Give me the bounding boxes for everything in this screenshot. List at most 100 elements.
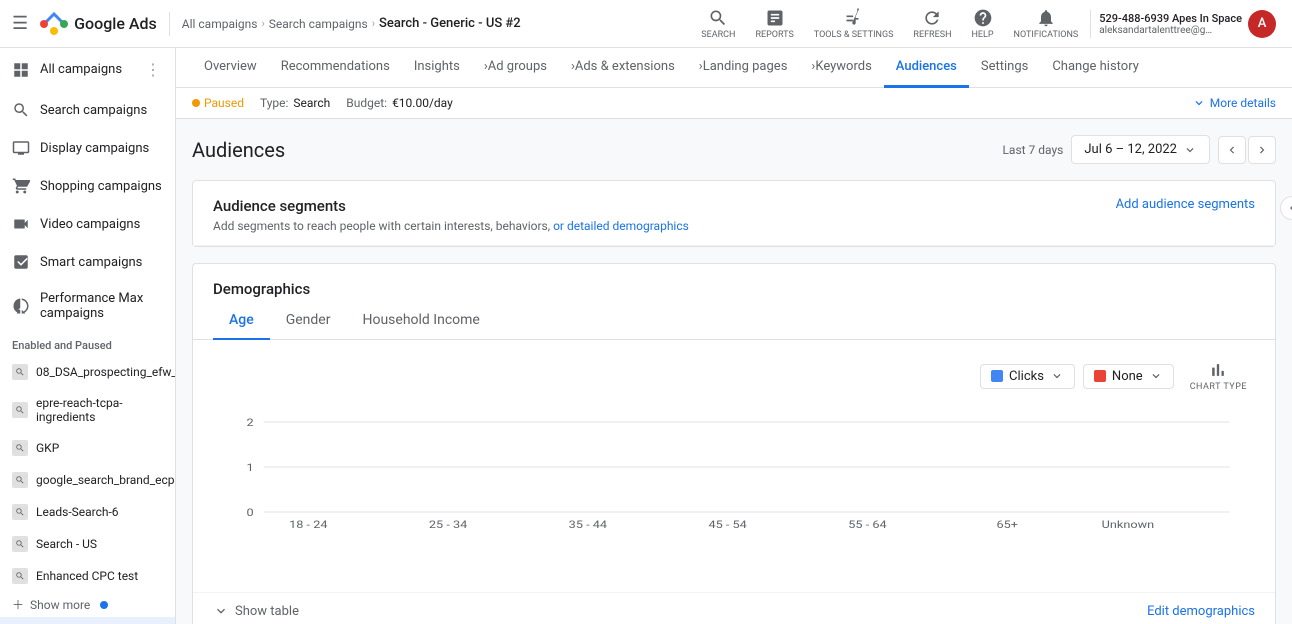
subnav-landing-pages[interactable]: › Landing pages	[687, 48, 800, 88]
sidebar-campaign-search-us[interactable]: Search - US	[0, 528, 175, 560]
svg-text:35 - 44: 35 - 44	[569, 518, 608, 530]
metric-2-label: None	[1112, 369, 1143, 384]
smart-icon	[12, 253, 30, 271]
main-content: Audiences Last 7 days Jul 6 – 12, 2022	[176, 119, 1292, 624]
ad-groups-label: Ad groups	[488, 59, 547, 74]
user-avatar[interactable]: A	[1248, 10, 1276, 38]
notifications-nav-button[interactable]: NOTIFICATIONS	[1006, 4, 1087, 44]
metric-1-label: Clicks	[1009, 369, 1044, 384]
help-nav-button[interactable]: HELP	[963, 4, 1001, 44]
sidebar-label-shopping-campaigns: Shopping campaigns	[40, 179, 162, 194]
svg-text:65+: 65+	[996, 518, 1017, 530]
demo-tab-age[interactable]: Age	[213, 302, 270, 340]
show-more-button[interactable]: ＋ Show more	[0, 592, 175, 617]
sidebar-campaign-dsa[interactable]: 08_DSA_prospecting_efw_tcpa	[0, 356, 175, 388]
campaign-icon-gkp	[12, 440, 28, 456]
sidebar-item-search-campaigns[interactable]: Search campaigns	[0, 91, 175, 129]
sidebar-campaign-leads[interactable]: Leads-Search-6	[0, 496, 175, 528]
date-next-button[interactable]	[1248, 136, 1276, 164]
hamburger-icon[interactable]: ☰	[8, 9, 32, 38]
show-more-plus: ＋	[12, 596, 24, 613]
audience-segments-header: Audience segments Add segments to reach …	[193, 181, 1275, 246]
breadcrumb-all-campaigns[interactable]: All campaigns	[182, 17, 258, 31]
sidebar-section-label: Enabled and Paused	[0, 331, 175, 356]
audience-segments-subtitle: Add segments to reach people with certai…	[213, 219, 689, 233]
date-prev-button[interactable]	[1218, 136, 1246, 164]
sidebar-item-display-campaigns[interactable]: Display campaigns	[0, 129, 175, 167]
notifications-nav-label: NOTIFICATIONS	[1014, 30, 1079, 40]
logo-svg	[40, 10, 68, 38]
campaign-icon-epre	[12, 402, 28, 418]
metric-1-dropdown[interactable]: Clicks	[980, 364, 1075, 389]
edit-demographics-button[interactable]: Edit demographics	[1147, 604, 1255, 619]
sub-nav: Overview Recommendations Insights › Ad g…	[176, 48, 1292, 88]
sidebar-campaign-gkp[interactable]: GKP	[0, 432, 175, 464]
sidebar-label-all-campaigns: All campaigns	[40, 62, 122, 77]
date-dropdown-icon	[1183, 143, 1197, 157]
date-nav	[1218, 136, 1276, 164]
more-details-button[interactable]: More details	[1192, 96, 1276, 110]
subnav-ads-extensions[interactable]: › Ads & extensions	[559, 48, 687, 88]
reports-nav-button[interactable]: REPORTS	[747, 4, 801, 44]
metric-2-dropdown[interactable]: None	[1083, 364, 1174, 389]
chart-type-label: CHART TYPE	[1190, 382, 1247, 392]
chart-type-button[interactable]: CHART TYPE	[1182, 356, 1255, 396]
metric-2-color	[1094, 370, 1106, 382]
breadcrumb-search-campaigns[interactable]: Search campaigns	[269, 17, 368, 31]
svg-text:Unknown: Unknown	[1102, 518, 1154, 530]
breadcrumb-arrow-1: ›	[261, 17, 264, 30]
sidebar-kebab-icon[interactable]: ⋮	[143, 58, 163, 81]
sidebar-campaign-enhanced-cpc[interactable]: Enhanced CPC test	[0, 560, 175, 592]
campaign-label-dsa: 08_DSA_prospecting_efw_tcpa	[36, 365, 176, 379]
mobile-app-footer[interactable]: Get the Google Ads mobile app	[0, 617, 175, 624]
chevron-left-icon	[1225, 143, 1239, 157]
svg-text:0: 0	[247, 506, 254, 518]
sidebar-campaign-epre[interactable]: epre-reach-tcpa-ingredients	[0, 388, 175, 432]
campaign-icon-leads	[12, 504, 28, 520]
subnav-recommendations[interactable]: Recommendations	[269, 48, 402, 88]
logo-text: Google Ads	[74, 14, 157, 33]
campaign-bar: Paused Type: Search Budget: €10.00/day M…	[176, 88, 1292, 119]
paused-badge: Paused	[192, 96, 244, 110]
audience-segments-card: Audience segments Add segments to reach …	[192, 180, 1276, 247]
search-nav-button[interactable]: SEARCH	[693, 4, 743, 44]
collapse-icon	[1286, 202, 1292, 214]
subnav-audiences[interactable]: Audiences	[884, 48, 969, 88]
sidebar-item-performance-max[interactable]: Performance Max campaigns	[0, 281, 175, 331]
campaign-label-gkp: GKP	[36, 441, 59, 455]
demographics-title-area: Demographics	[193, 264, 1275, 298]
chart-area: Clicks None CHART TYPE	[193, 340, 1275, 592]
help-nav-label: HELP	[971, 30, 993, 40]
budget-label: Budget:	[346, 96, 387, 110]
campaign-label-google-search: google_search_brand_ecpc_women	[36, 473, 176, 487]
sidebar-campaign-google-search[interactable]: google_search_brand_ecpc_women	[0, 464, 175, 496]
add-audience-segments-button[interactable]: Add audience segments	[1116, 197, 1255, 212]
refresh-nav-button[interactable]: REFRESH	[905, 4, 959, 44]
campaign-icon-search-us	[12, 536, 28, 552]
right-column: Overview Recommendations Insights › Ad g…	[176, 48, 1292, 624]
campaign-label-search-us: Search - US	[36, 537, 97, 551]
nav-right: SEARCH REPORTS TOOLS & SETTINGS REFRESH …	[693, 4, 1284, 44]
sidebar-item-all-campaigns[interactable]: All campaigns ⋮	[0, 48, 175, 91]
subnav-insights[interactable]: Insights	[402, 48, 472, 88]
demo-tab-household-income[interactable]: Household Income	[346, 302, 495, 340]
subnav-keywords[interactable]: › Keywords	[799, 48, 883, 88]
show-table-button[interactable]: Show table	[213, 603, 299, 619]
audience-subtitle-link[interactable]: or detailed demographics	[553, 219, 689, 233]
subnav-overview[interactable]: Overview	[192, 48, 269, 88]
sidebar-item-shopping-campaigns[interactable]: Shopping campaigns	[0, 167, 175, 205]
subnav-settings[interactable]: Settings	[969, 48, 1040, 88]
keywords-label: Keywords	[815, 59, 871, 74]
date-dropdown[interactable]: Jul 6 – 12, 2022	[1071, 135, 1210, 164]
search-nav-label: SEARCH	[701, 30, 735, 40]
subnav-change-history[interactable]: Change history	[1040, 48, 1151, 88]
perf-icon	[12, 297, 30, 315]
sidebar-label-video-campaigns: Video campaigns	[40, 217, 140, 232]
demographics-title: Demographics	[213, 280, 1255, 298]
chevron-down-small-icon	[213, 603, 229, 619]
tools-nav-button[interactable]: TOOLS & SETTINGS	[806, 4, 902, 44]
subnav-ad-groups[interactable]: › Ad groups	[472, 48, 559, 88]
sidebar-item-smart-campaigns[interactable]: Smart campaigns	[0, 243, 175, 281]
sidebar-item-video-campaigns[interactable]: Video campaigns	[0, 205, 175, 243]
demo-tab-gender[interactable]: Gender	[270, 302, 347, 340]
